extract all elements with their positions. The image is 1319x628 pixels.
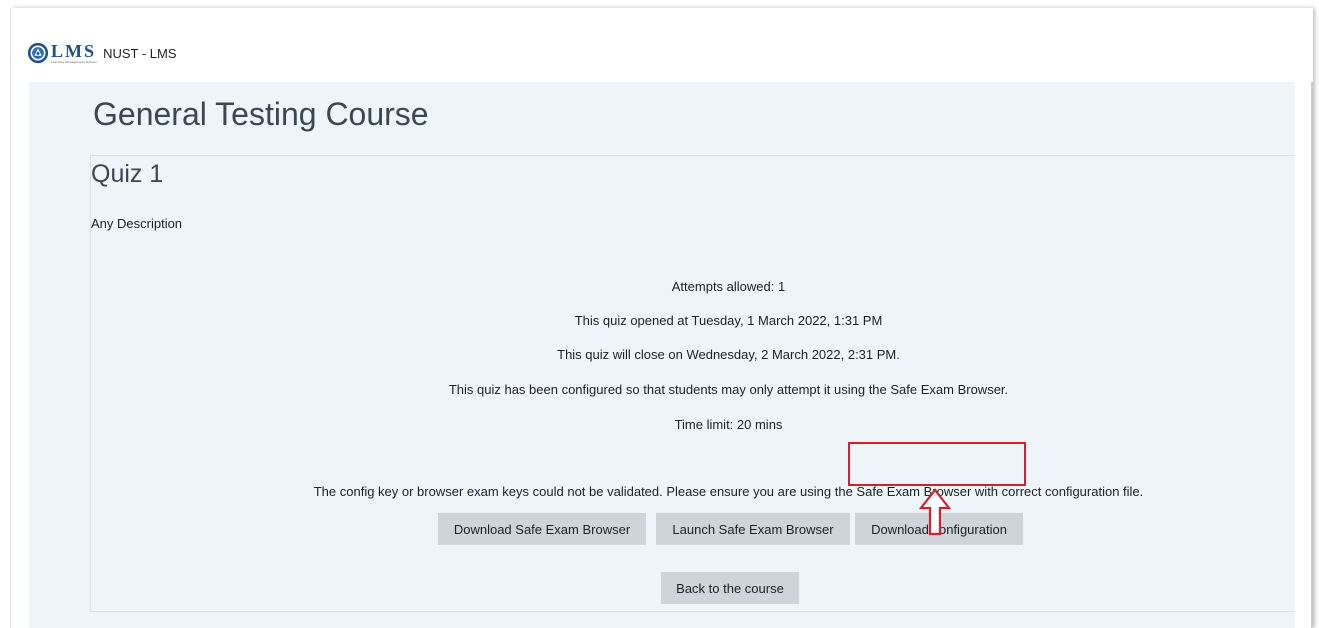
quiz-open-date: This quiz opened at Tuesday, 1 March 202… [574, 313, 883, 328]
logo-text: LMS [51, 41, 97, 61]
site-logo[interactable]: LMS Learning Management System NUST - LM… [27, 38, 177, 68]
quiz-description: Any Description [91, 216, 183, 231]
university-seal-icon [27, 42, 49, 64]
quiz-close-date: This quiz will close on Wednesday, 2 Mar… [557, 347, 900, 362]
back-to-course-button[interactable]: Back to the course [661, 572, 799, 604]
logo-subtext: Learning Management System [51, 60, 98, 64]
config-key-warning: The config key or browser exam keys coul… [313, 484, 1144, 499]
launch-seb-button[interactable]: Launch Safe Exam Browser [656, 513, 850, 545]
download-seb-button[interactable]: Download Safe Exam Browser [438, 513, 646, 545]
download-configuration-button[interactable]: Download configuration [855, 513, 1023, 545]
browser-window: LMS Learning Management System NUST - LM… [10, 8, 1313, 628]
page-content: General Testing Course Quiz 1 Any Descri… [29, 82, 1295, 628]
logo-wordmark: LMS Learning Management System [51, 42, 97, 64]
seb-requirement-note: This quiz has been configured so that st… [448, 382, 1009, 397]
time-limit: Time limit: 20 mins [674, 417, 783, 432]
attempts-allowed: Attempts allowed: 1 [671, 279, 786, 294]
site-name[interactable]: NUST - LMS [103, 46, 176, 61]
quiz-region: Quiz 1 Any Description Attempts allowed:… [90, 155, 1295, 612]
quiz-title: Quiz 1 [91, 160, 164, 188]
navbar: LMS Learning Management System NUST - LM… [11, 8, 1313, 82]
course-title: General Testing Course [93, 96, 429, 132]
